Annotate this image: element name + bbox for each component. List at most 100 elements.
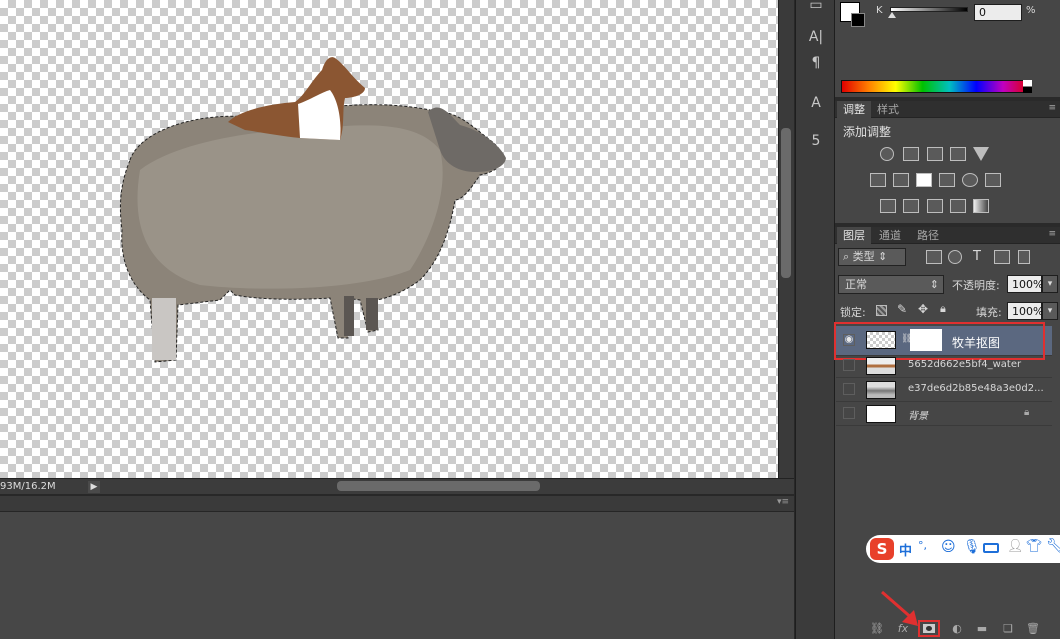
k-slider[interactable] [890,7,968,12]
invert-icon[interactable] [880,199,896,213]
brightness-icon[interactable] [880,147,894,161]
background-color-swatch[interactable] [851,13,865,27]
tab-styles[interactable]: 样式 [871,101,905,118]
tab-adjustments[interactable]: 调整 [837,101,871,118]
layer-filter-select[interactable]: ⌕ 类型 ⇕ [838,248,906,266]
ime-lang-toggle[interactable]: 中 [899,540,912,559]
filter-shape-icon[interactable] [994,250,1010,264]
panel-menu-icon[interactable]: ▾≡ [774,497,792,509]
layers-tabbar: 图层 通道 路径 ≡ [835,227,1060,244]
emoji-icon[interactable]: ☺ [941,539,956,555]
color-lookup-icon[interactable] [985,173,1001,187]
black-white-icon[interactable] [916,173,932,187]
fill-label: 填充: [976,306,1002,319]
delete-layer-icon[interactable]: 🗑︎ [1025,622,1041,636]
lock-position-icon[interactable]: ✥ [918,302,928,316]
microphone-icon[interactable]: 🎙︎ [963,539,981,555]
layer-thumbnail [866,357,896,375]
sogou-logo-icon[interactable]: S [870,538,894,560]
adjust-panel-title: 添加调整 [843,125,892,139]
ime-punct-toggle[interactable]: °, [918,539,927,552]
fill-field[interactable]: 100% [1007,302,1043,320]
tab-paths[interactable]: 路径 [911,227,945,244]
adjust-tabbar: 调整 样式 ≡ [835,101,1060,118]
document-canvas[interactable] [0,0,778,478]
opacity-label: 不透明度: [952,279,1000,292]
slider-handle-icon[interactable] [888,12,896,18]
vertical-scroll-thumb[interactable] [781,128,791,278]
filter-type-label: 类型 [852,250,875,263]
layer-name[interactable]: e37de6d2b85e48a3e0d2... [908,383,1044,394]
k-channel-label: K [876,5,883,16]
hue-saturation-icon[interactable] [870,173,886,187]
character-tool-icon[interactable]: A| [805,26,827,48]
skin-icon[interactable]: 👕︎ [1026,539,1043,554]
tool-strip: ▭ A| ¶ A 5 [795,0,835,639]
k-value-field[interactable]: 0 [974,4,1022,21]
tab-channels[interactable]: 通道 [873,227,907,244]
filter-adjustment-icon[interactable] [948,250,962,264]
levels-icon[interactable] [903,147,919,161]
status-menu-arrow-icon[interactable]: ▶ [88,481,100,493]
mask-circle-icon [926,626,932,631]
paragraph-tool-icon[interactable]: ¶ [805,52,827,74]
lock-all-icon[interactable]: 🔒︎ [940,302,946,316]
collapse-icon[interactable]: ▭ [805,0,827,16]
blend-mode-select[interactable]: 正常 ⇕ [838,275,944,294]
keyboard-icon[interactable] [983,543,999,553]
lower-panel-header [0,496,794,512]
black-white-swatch[interactable] [1023,80,1032,93]
filter-pixel-icon[interactable] [926,250,942,264]
selective-color-icon[interactable] [950,199,966,213]
lock-icon: 🔒︎ [1024,407,1030,418]
opacity-field[interactable]: 100% [1007,275,1043,293]
exposure-icon[interactable] [950,147,966,161]
filter-type-icon[interactable]: T [973,249,981,264]
annotation-arrow-icon [881,590,918,626]
tab-layers[interactable]: 图层 [837,227,871,244]
photo-filter-icon[interactable] [939,173,955,187]
wrench-icon[interactable]: 🔧︎ [1046,538,1060,554]
layer-row[interactable]: e37de6d2b85e48a3e0d2... [836,378,1052,402]
adjustment-layer-icon[interactable]: ◐ [949,622,965,636]
posterize-icon[interactable] [903,199,919,213]
lock-transparent-icon[interactable] [876,305,887,316]
layer-name[interactable]: 5652d662e5bf4_water [908,359,1021,370]
ime-toolbar: S 中 °, ☺ 🎙︎ 👤︎ 👕︎ 🔧︎ [866,535,1060,563]
user-icon[interactable]: 👤︎ [1007,539,1024,554]
panel-menu-icon[interactable]: ≡ [1048,229,1056,239]
layer-row[interactable]: 5652d662e5bf4_water [836,354,1052,378]
layer-thumbnail [866,381,896,399]
lock-label: 锁定: [840,306,866,319]
layer-name[interactable]: 背景 [908,407,928,422]
layer-thumbnail [866,405,896,423]
character-style-icon[interactable]: A [805,92,827,114]
doc-size-text: 93M/16.2M [0,481,56,492]
opacity-dropdown-icon[interactable]: ▾ [1042,275,1058,293]
new-layer-icon[interactable]: ❏ [1000,622,1016,636]
visibility-toggle[interactable] [843,407,855,419]
filter-smart-icon[interactable] [1018,250,1030,264]
layer-row[interactable]: 背景 🔒︎ [836,402,1052,426]
search-icon: ⌕ [843,250,853,263]
channel-mixer-icon[interactable] [962,173,978,187]
horizontal-scroll-thumb[interactable] [337,481,540,491]
threshold-icon[interactable] [927,199,943,213]
glyph-icon[interactable]: 5 [805,130,827,152]
curves-icon[interactable] [927,147,943,161]
fill-dropdown-icon[interactable]: ▾ [1042,302,1058,320]
percent-label: % [1026,5,1036,16]
visibility-toggle[interactable] [843,359,855,371]
color-balance-icon[interactable] [893,173,909,187]
chevron-down-icon: ⇕ [929,278,939,291]
gradient-map-icon[interactable] [973,199,989,213]
color-spectrum-bar[interactable] [841,80,1031,93]
blend-mode-value: 正常 [845,278,867,291]
lock-pixels-icon[interactable]: ✎ [897,302,907,316]
vibrance-icon[interactable] [973,147,989,161]
visibility-toggle[interactable] [843,383,855,395]
sheep-and-dog-image [119,57,506,363]
panel-menu-icon[interactable]: ≡ [1048,103,1056,113]
lower-panel [0,496,794,639]
new-group-icon[interactable]: ▬ [974,622,990,636]
